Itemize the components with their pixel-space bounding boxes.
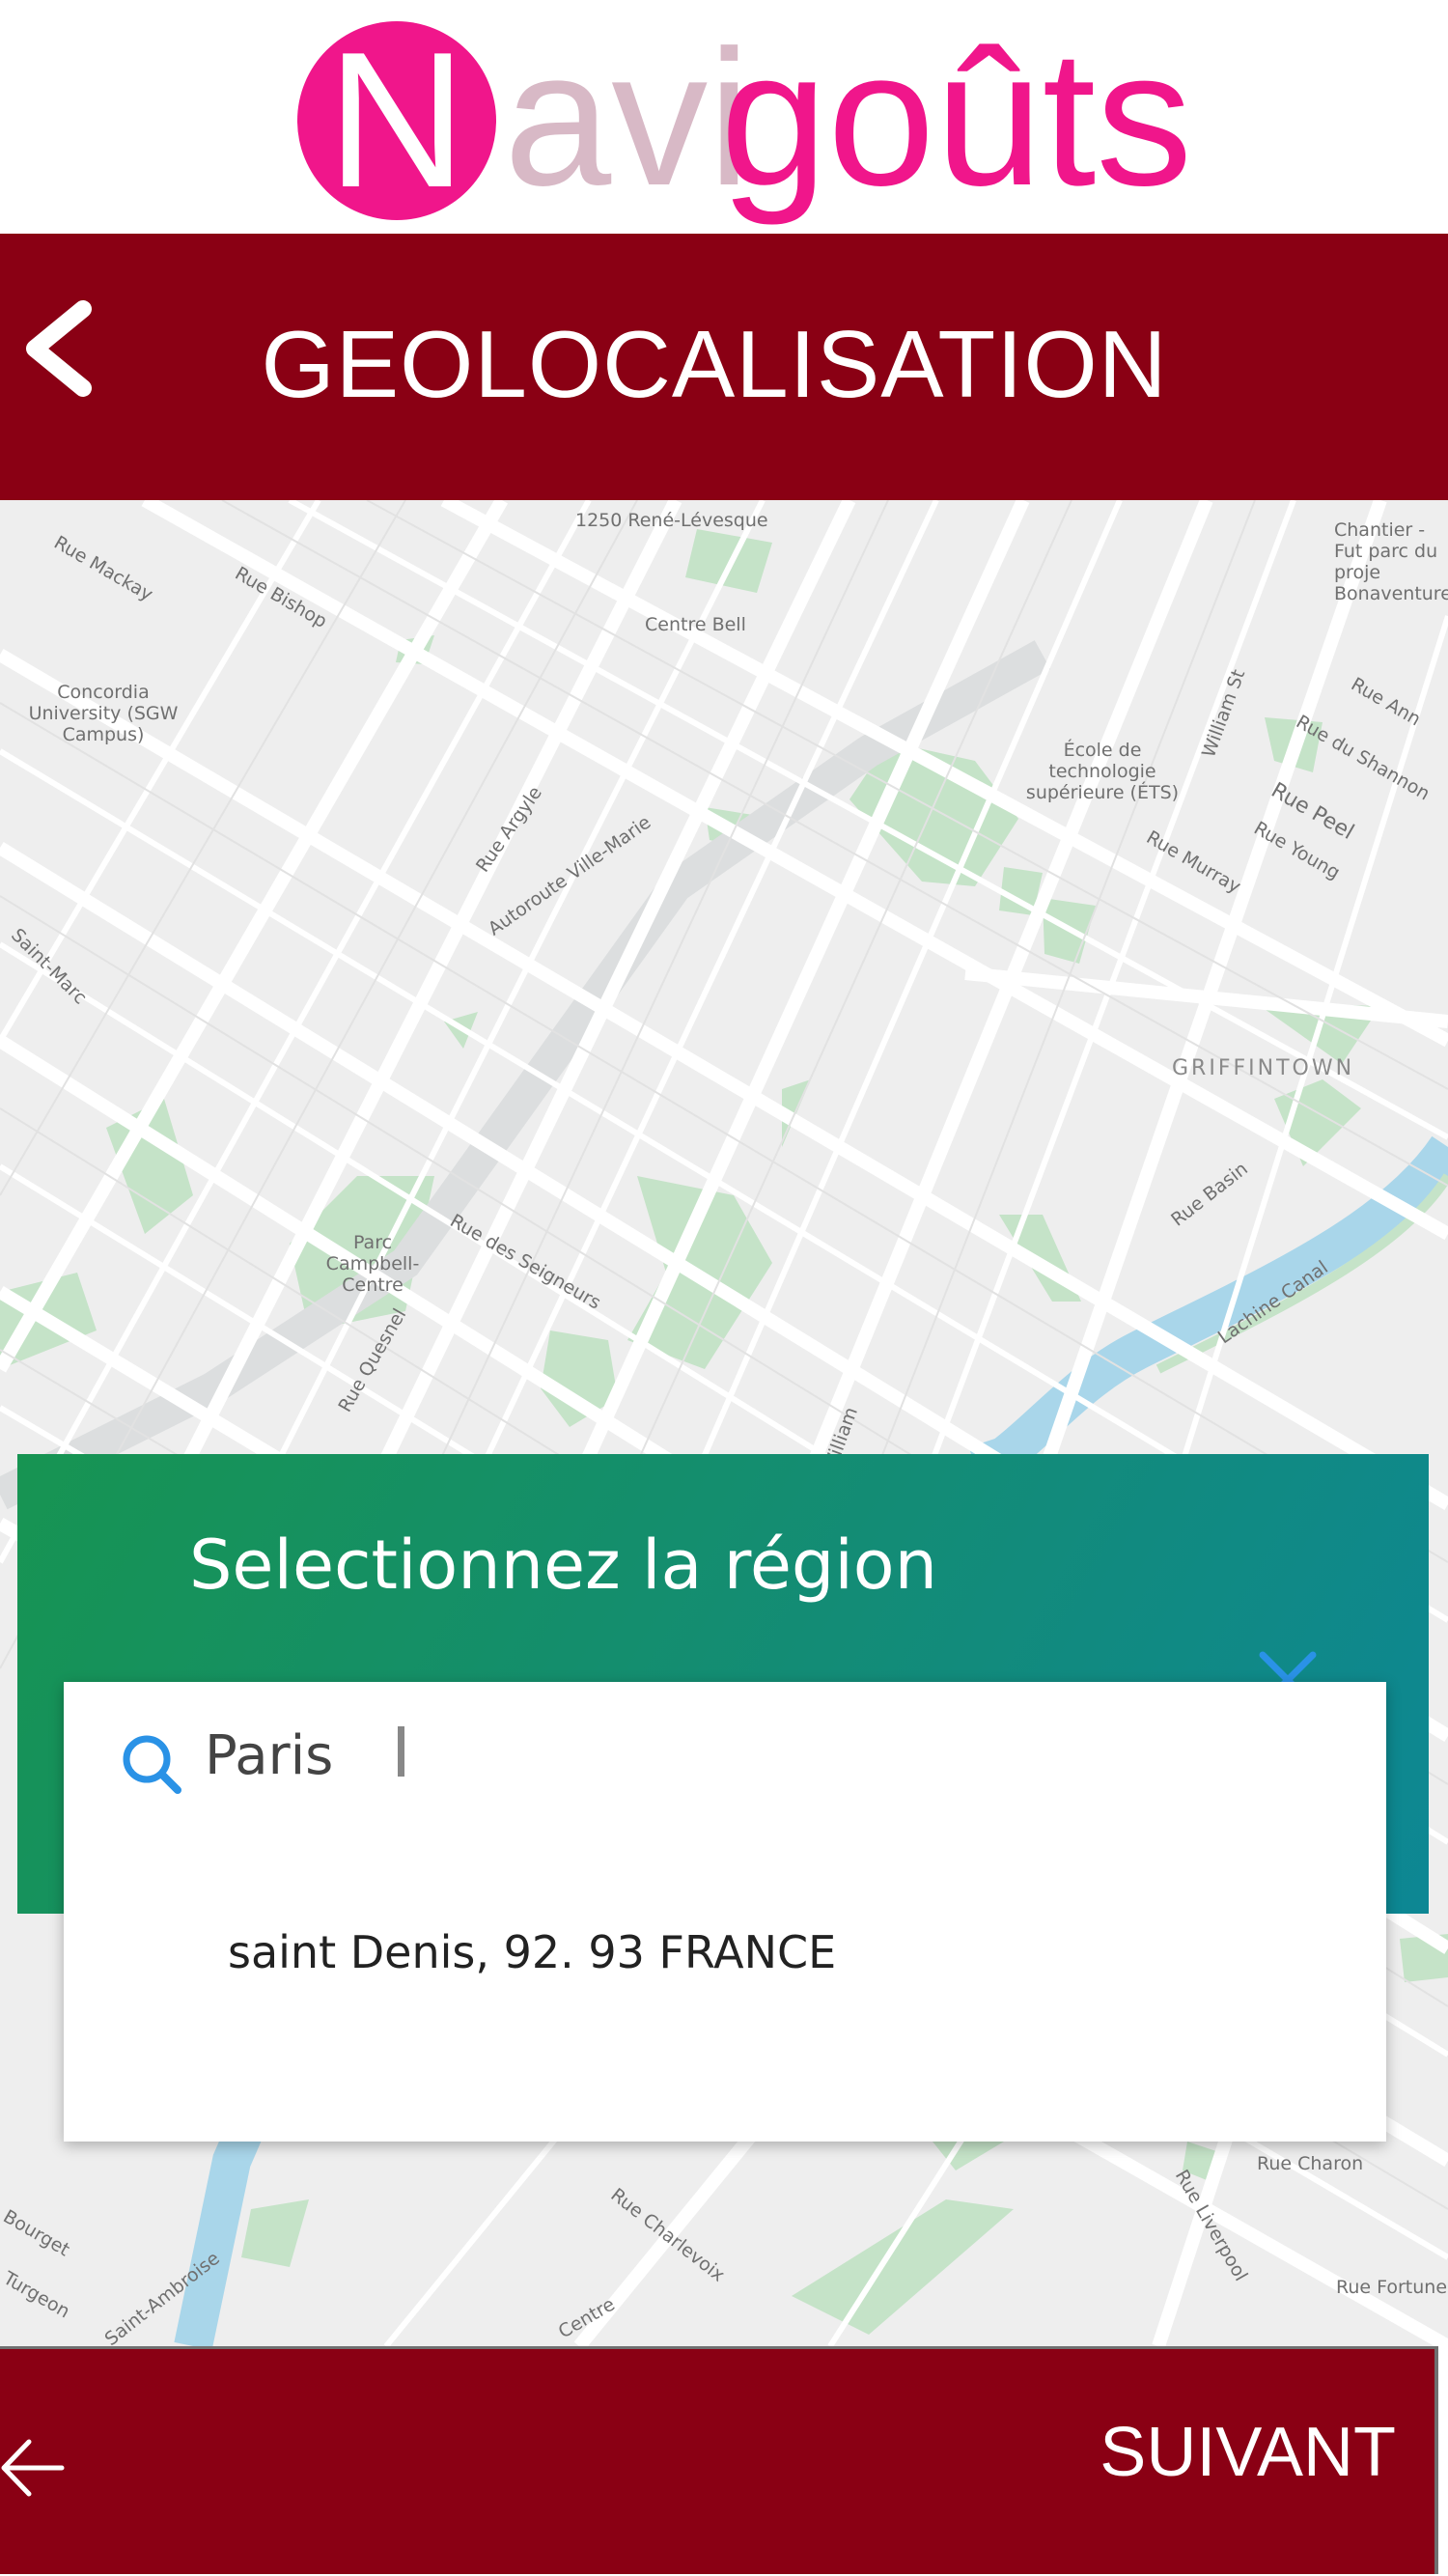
logo-text-light: avi [504,11,751,226]
page-title: GEOLOCALISATION [261,311,1168,417]
dialog-title: Selectionnez la région [189,1526,937,1605]
app-logo: N avi goûts [0,0,1448,234]
map-label: Centre Bell [645,614,746,635]
map-label: Parc Campbell-Centre [325,1232,420,1296]
map-label: Rue Fortune [1336,2277,1448,2298]
arrow-left-icon [1,2439,65,2497]
map-label-district: GRIFFINTOWN [1172,1056,1355,1080]
map-label: 1250 René-Lévesque [575,510,768,531]
suggestion-item[interactable]: saint Denis, 92. 93 FRANCE [228,1923,836,1981]
map-label: École de technologie supérieure (ÉTS) [1025,740,1180,803]
text-caret [398,1726,404,1777]
page-header: GEOLOCALISATION [0,234,1448,500]
next-button[interactable]: SUIVANT [1100,2409,1396,2496]
search-panel: saint Denis, 92. 93 FRANCE [64,1682,1386,2142]
map-label: Rue Charon [1257,2153,1364,2174]
logo-initial: N [326,13,467,228]
previous-button[interactable] [0,2434,70,2502]
search-bar [118,1711,1324,1800]
map-label: Chantier - Fut parc du proje Bonaventure [1334,519,1448,604]
bottom-bar: SUIVANT [0,2346,1438,2574]
search-icon [123,1735,181,1794]
logo-text-pink: goûts [720,11,1193,226]
search-input[interactable] [205,1717,1267,1794]
map-label: Concordia University (SGW Campus) [28,682,179,745]
